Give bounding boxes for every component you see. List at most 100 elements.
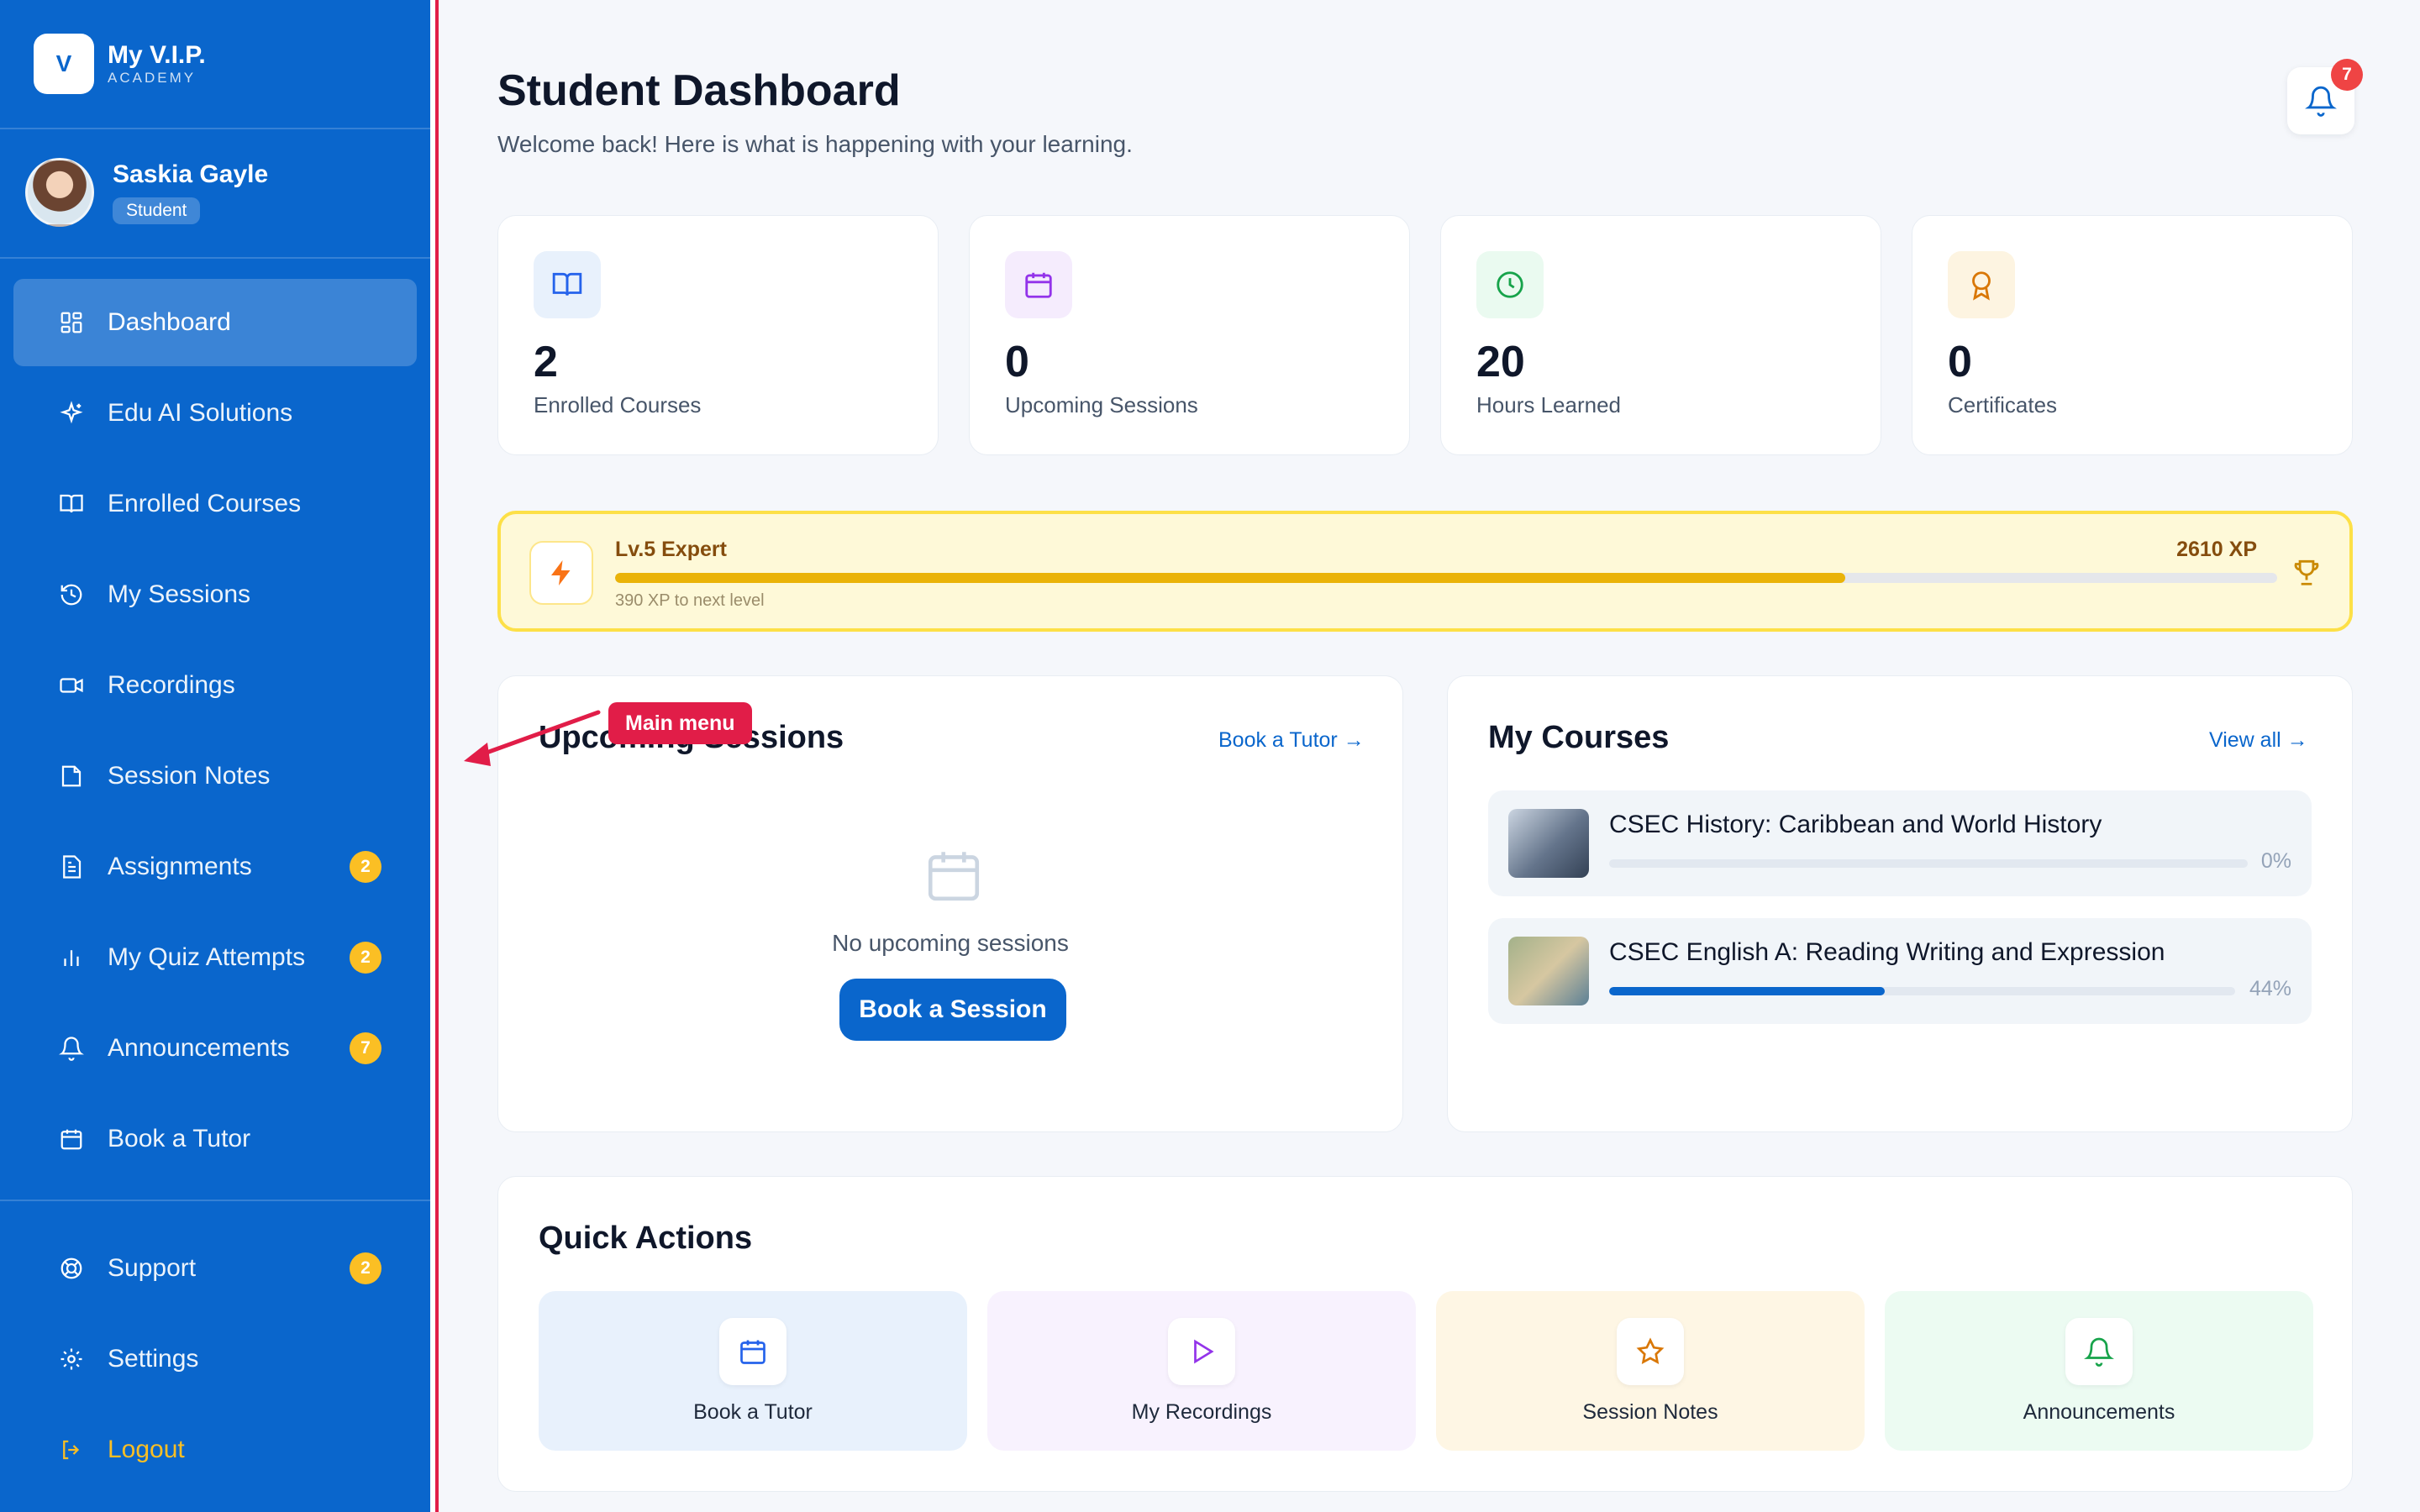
- brand-logo: V: [34, 34, 94, 94]
- count-badge: 7: [350, 1032, 381, 1064]
- note-icon: [61, 765, 82, 787]
- logout-icon: [63, 1440, 80, 1460]
- quick-action-session-notes[interactable]: Session Notes: [1436, 1291, 1865, 1451]
- quick-actions-panel: Quick Actions Book a Tutor My Recordings…: [497, 1176, 2353, 1492]
- sidebar-item-label: Enrolled Courses: [108, 490, 302, 517]
- sidebar-item-label: Announcements: [108, 1034, 290, 1062]
- stat-value: 20: [1476, 338, 1525, 386]
- xp-next-level: 390 XP to next level: [615, 591, 765, 610]
- course-thumbnail: [1508, 937, 1589, 1005]
- sidebar-item-settings[interactable]: Settings: [13, 1315, 417, 1403]
- course-percent: 44%: [2249, 977, 2291, 1000]
- quick-action-label: My Recordings: [1131, 1400, 1272, 1424]
- count-badge: 2: [350, 942, 381, 974]
- stat-icon-box: [534, 251, 601, 318]
- sidebar-item-edu-ai[interactable]: Edu AI Solutions: [13, 370, 417, 457]
- link-label: View all: [2209, 728, 2281, 752]
- course-thumbnail: [1508, 809, 1589, 878]
- star-icon: [1636, 1337, 1665, 1364]
- quick-action-icon-box: [2065, 1318, 2133, 1385]
- quick-action-label: Announcements: [2023, 1400, 2175, 1424]
- clock-icon: [1497, 271, 1523, 298]
- sidebar-item-label: My Quiz Attempts: [108, 943, 306, 971]
- sidebar-item-logout[interactable]: Logout: [13, 1406, 417, 1494]
- lifebuoy-icon: [60, 1257, 82, 1279]
- quick-action-icon-box: [719, 1318, 786, 1385]
- sidebar-item-label: Settings: [108, 1345, 199, 1373]
- panel-title: Quick Actions: [539, 1221, 753, 1256]
- sidebar-item-my-sessions[interactable]: My Sessions: [13, 551, 417, 638]
- course-title: CSEC English A: Reading Writing and Expr…: [1609, 938, 2165, 966]
- count-badge: 2: [350, 1252, 381, 1284]
- bar-chart-icon: [64, 950, 79, 966]
- quick-action-announcements[interactable]: Announcements: [1885, 1291, 2313, 1451]
- notifications-button[interactable]: 7: [2287, 59, 2363, 134]
- course-progress-bar: [1609, 859, 2248, 868]
- sidebar-edge: [430, 0, 439, 1512]
- stat-value: 2: [534, 338, 558, 386]
- course-item[interactable]: CSEC English A: Reading Writing and Expr…: [1488, 918, 2312, 1024]
- sidebar: V My V.I.P. ACADEMY Saskia Gayle Student…: [0, 0, 430, 1512]
- stat-icon-box: [1476, 251, 1544, 318]
- stat-card-upcoming-sessions: 0 Upcoming Sessions: [969, 215, 1410, 455]
- book-tutor-link[interactable]: Book a Tutor →: [1218, 728, 1365, 753]
- file-text-icon: [63, 855, 82, 879]
- quick-action-book-tutor[interactable]: Book a Tutor: [539, 1291, 967, 1451]
- calendar-icon: [928, 852, 980, 901]
- sidebar-item-book-tutor[interactable]: Book a Tutor: [13, 1095, 417, 1183]
- quick-action-my-recordings[interactable]: My Recordings: [987, 1291, 1416, 1451]
- quick-action-icon-box: [1168, 1318, 1235, 1385]
- sidebar-item-session-notes[interactable]: Session Notes: [13, 732, 417, 820]
- stat-card-enrolled-courses: 2 Enrolled Courses: [497, 215, 939, 455]
- quick-action-label: Book a Tutor: [693, 1400, 813, 1424]
- sidebar-divider: [0, 128, 430, 129]
- link-label: Book a Tutor: [1218, 728, 1338, 752]
- sidebar-item-announcements[interactable]: Announcements 7: [13, 1005, 417, 1092]
- panel-title: My Courses: [1488, 720, 1670, 755]
- stat-value: 0: [1005, 338, 1029, 386]
- xp-progress-fill: [615, 573, 1845, 583]
- course-title: CSEC History: Caribbean and World Histor…: [1609, 811, 2102, 838]
- arrow-right-icon: →: [2286, 728, 2308, 752]
- book-open-icon: [60, 494, 83, 513]
- sidebar-item-support[interactable]: Support 2: [13, 1225, 417, 1312]
- stat-icon-box: [1948, 251, 2015, 318]
- sidebar-item-enrolled-courses[interactable]: Enrolled Courses: [13, 460, 417, 548]
- stat-label: Upcoming Sessions: [1005, 392, 1198, 417]
- book-session-button[interactable]: Book a Session: [839, 979, 1066, 1041]
- stat-card-hours-learned: 20 Hours Learned: [1440, 215, 1881, 455]
- grid-icon: [60, 312, 82, 333]
- trophy-icon: [2294, 559, 2319, 585]
- stat-value: 0: [1948, 338, 1972, 386]
- calendar-icon: [60, 1129, 82, 1150]
- bell-icon: [2305, 86, 2337, 117]
- course-item[interactable]: CSEC History: Caribbean and World Histor…: [1488, 790, 2312, 896]
- quick-action-icon-box: [1617, 1318, 1684, 1385]
- award-icon: [1972, 271, 1991, 301]
- empty-state-text: No upcoming sessions: [832, 930, 1069, 956]
- sidebar-item-assignments[interactable]: Assignments 2: [13, 823, 417, 911]
- calendar-icon: [1025, 272, 1052, 298]
- stat-icon-box: [1005, 251, 1072, 318]
- xp-progress-bar: [615, 573, 2277, 583]
- user-profile[interactable]: Saskia Gayle Student: [25, 158, 268, 227]
- arrow-right-icon: →: [1343, 728, 1365, 752]
- main-menu: Dashboard Edu AI Solutions Enrolled Cour…: [13, 279, 417, 1186]
- sidebar-item-dashboard[interactable]: Dashboard: [13, 279, 417, 366]
- bell-icon: [2084, 1337, 2114, 1367]
- sidebar-item-quiz-attempts[interactable]: My Quiz Attempts 2: [13, 914, 417, 1001]
- view-all-link[interactable]: View all →: [2209, 728, 2308, 753]
- count-badge: 2: [350, 851, 381, 883]
- course-progress-bar: [1609, 987, 2235, 995]
- sidebar-item-label: My Sessions: [108, 580, 251, 608]
- brand[interactable]: V My V.I.P. ACADEMY: [34, 34, 206, 94]
- stat-label: Certificates: [1948, 392, 2058, 417]
- history-icon: [60, 584, 82, 606]
- page-subtitle: Welcome back! Here is what is happening …: [497, 131, 1133, 157]
- notification-count-badge: 7: [2331, 59, 2363, 91]
- sidebar-item-recordings[interactable]: Recordings: [13, 642, 417, 729]
- role-badge: Student: [113, 197, 201, 224]
- sparkle-icon: [60, 401, 83, 424]
- gear-icon: [60, 1348, 82, 1370]
- sidebar-item-label: Support: [108, 1254, 197, 1282]
